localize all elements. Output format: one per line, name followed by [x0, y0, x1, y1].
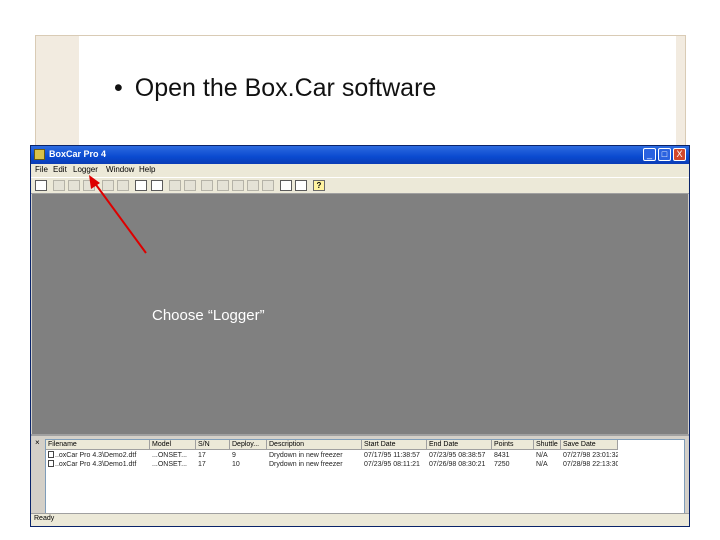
- column-header[interactable]: Filename: [46, 440, 150, 450]
- readout-icon[interactable]: [151, 180, 163, 191]
- help-icon[interactable]: ?: [313, 180, 325, 191]
- table-cell: ...ONSET...: [152, 452, 188, 459]
- menu-bar: File Edit Logger Window Help: [31, 164, 689, 177]
- table-cell: 07/23/95 08:38:57: [429, 452, 486, 459]
- instruction-text: Choose “Logger”: [152, 307, 265, 324]
- app-icon: [34, 149, 45, 160]
- window-title: BoxCar Pro 4: [49, 149, 107, 159]
- table-cell: ...ONSET...: [152, 461, 188, 468]
- column-header[interactable]: Points: [492, 440, 534, 450]
- table-cell: N/A: [536, 461, 548, 468]
- slide-bullet: • Open the Box.Car software: [114, 74, 436, 103]
- table-cell: 07/23/95 08:11:21: [364, 461, 420, 468]
- column-header[interactable]: S/N: [196, 440, 230, 450]
- bullet-dot: •: [114, 74, 123, 102]
- table-cell: 07/17/95 11:38:57: [364, 452, 420, 459]
- blank-icon[interactable]: [262, 180, 274, 191]
- table-cell: ..oxCar Pro 4.3\Demo2.dtf: [46, 451, 150, 460]
- panel-close-icon[interactable]: ×: [35, 438, 40, 447]
- table-cell: Drydown in new freezer: [269, 452, 343, 459]
- menu-file[interactable]: File: [35, 165, 48, 174]
- logger-icon-2[interactable]: [68, 180, 80, 191]
- refresh-icon[interactable]: [247, 180, 259, 191]
- close-button[interactable]: X: [673, 148, 686, 161]
- zoom-out-icon[interactable]: [184, 180, 196, 191]
- workspace: Choose “Logger”: [32, 194, 688, 434]
- add-icon[interactable]: [201, 180, 213, 191]
- table-cell: 17: [198, 461, 206, 468]
- menu-window[interactable]: Window: [106, 165, 134, 174]
- print-icon[interactable]: [117, 180, 129, 191]
- file-list[interactable]: Filename Model S/N Deploy... Description Star…: [45, 439, 685, 514]
- table-cell: 7250: [494, 461, 510, 468]
- column-header[interactable]: Model: [150, 440, 196, 450]
- column-header[interactable]: Shuttle ...: [534, 440, 561, 450]
- table-cell: 07/26/98 08:30:21: [429, 461, 486, 468]
- column-header[interactable]: End Date: [427, 440, 492, 450]
- menu-help[interactable]: Help: [139, 165, 155, 174]
- file-list-panel: × Filename Model S/N Deploy... Description St…: [31, 434, 689, 516]
- minimize-button[interactable]: _: [643, 148, 656, 161]
- logger-icon-3[interactable]: [83, 180, 95, 191]
- table-cell: 8431: [494, 452, 510, 459]
- file-icon: [48, 451, 54, 458]
- app-window: BoxCar Pro 4 _ □ X File Edit Logger Wind…: [30, 145, 690, 527]
- open-icon[interactable]: [35, 180, 47, 191]
- table-cell: 9: [232, 452, 236, 459]
- column-header[interactable]: Deploy...: [230, 440, 267, 450]
- column-header[interactable]: Description: [267, 440, 362, 450]
- table-row[interactable]: ..oxCar Pro 4.3\Demo1.dtf ...ONSET... 17 10…: [46, 460, 684, 469]
- zoom-in-icon[interactable]: [169, 180, 181, 191]
- table-cell: 07/28/98 22:13:30: [563, 461, 618, 468]
- maximize-button[interactable]: □: [658, 148, 671, 161]
- logger-icon-1[interactable]: [53, 180, 65, 191]
- chart-icon[interactable]: [280, 180, 292, 191]
- launch-icon[interactable]: [135, 180, 147, 191]
- title-bar[interactable]: BoxCar Pro 4 _ □ X: [31, 146, 689, 164]
- select-icon[interactable]: [217, 180, 229, 191]
- table-cell: N/A: [536, 452, 548, 459]
- table-cell: Drydown in new freezer: [269, 461, 343, 468]
- column-header[interactable]: Save Date: [561, 440, 618, 450]
- copy-icon[interactable]: [102, 180, 114, 191]
- status-bar: Ready: [31, 513, 689, 526]
- table-cell: 07/27/98 23:01:32: [563, 452, 618, 459]
- toolbar: ?: [31, 177, 689, 194]
- zoom-icon[interactable]: [232, 180, 244, 191]
- table-cell: 17: [198, 452, 206, 459]
- status-text: Ready: [34, 515, 55, 522]
- table-icon[interactable]: [295, 180, 307, 191]
- bullet-text: Open the Box.Car software: [134, 74, 437, 102]
- table-cell: ..oxCar Pro 4.3\Demo1.dtf: [46, 460, 150, 469]
- table-cell: 10: [232, 461, 240, 468]
- menu-logger[interactable]: Logger: [73, 165, 98, 174]
- table-row[interactable]: ..oxCar Pro 4.3\Demo2.dtf ...ONSET... 17 9 D…: [46, 451, 684, 460]
- column-header[interactable]: Start Date: [362, 440, 427, 450]
- file-icon: [48, 460, 54, 467]
- menu-edit[interactable]: Edit: [53, 165, 67, 174]
